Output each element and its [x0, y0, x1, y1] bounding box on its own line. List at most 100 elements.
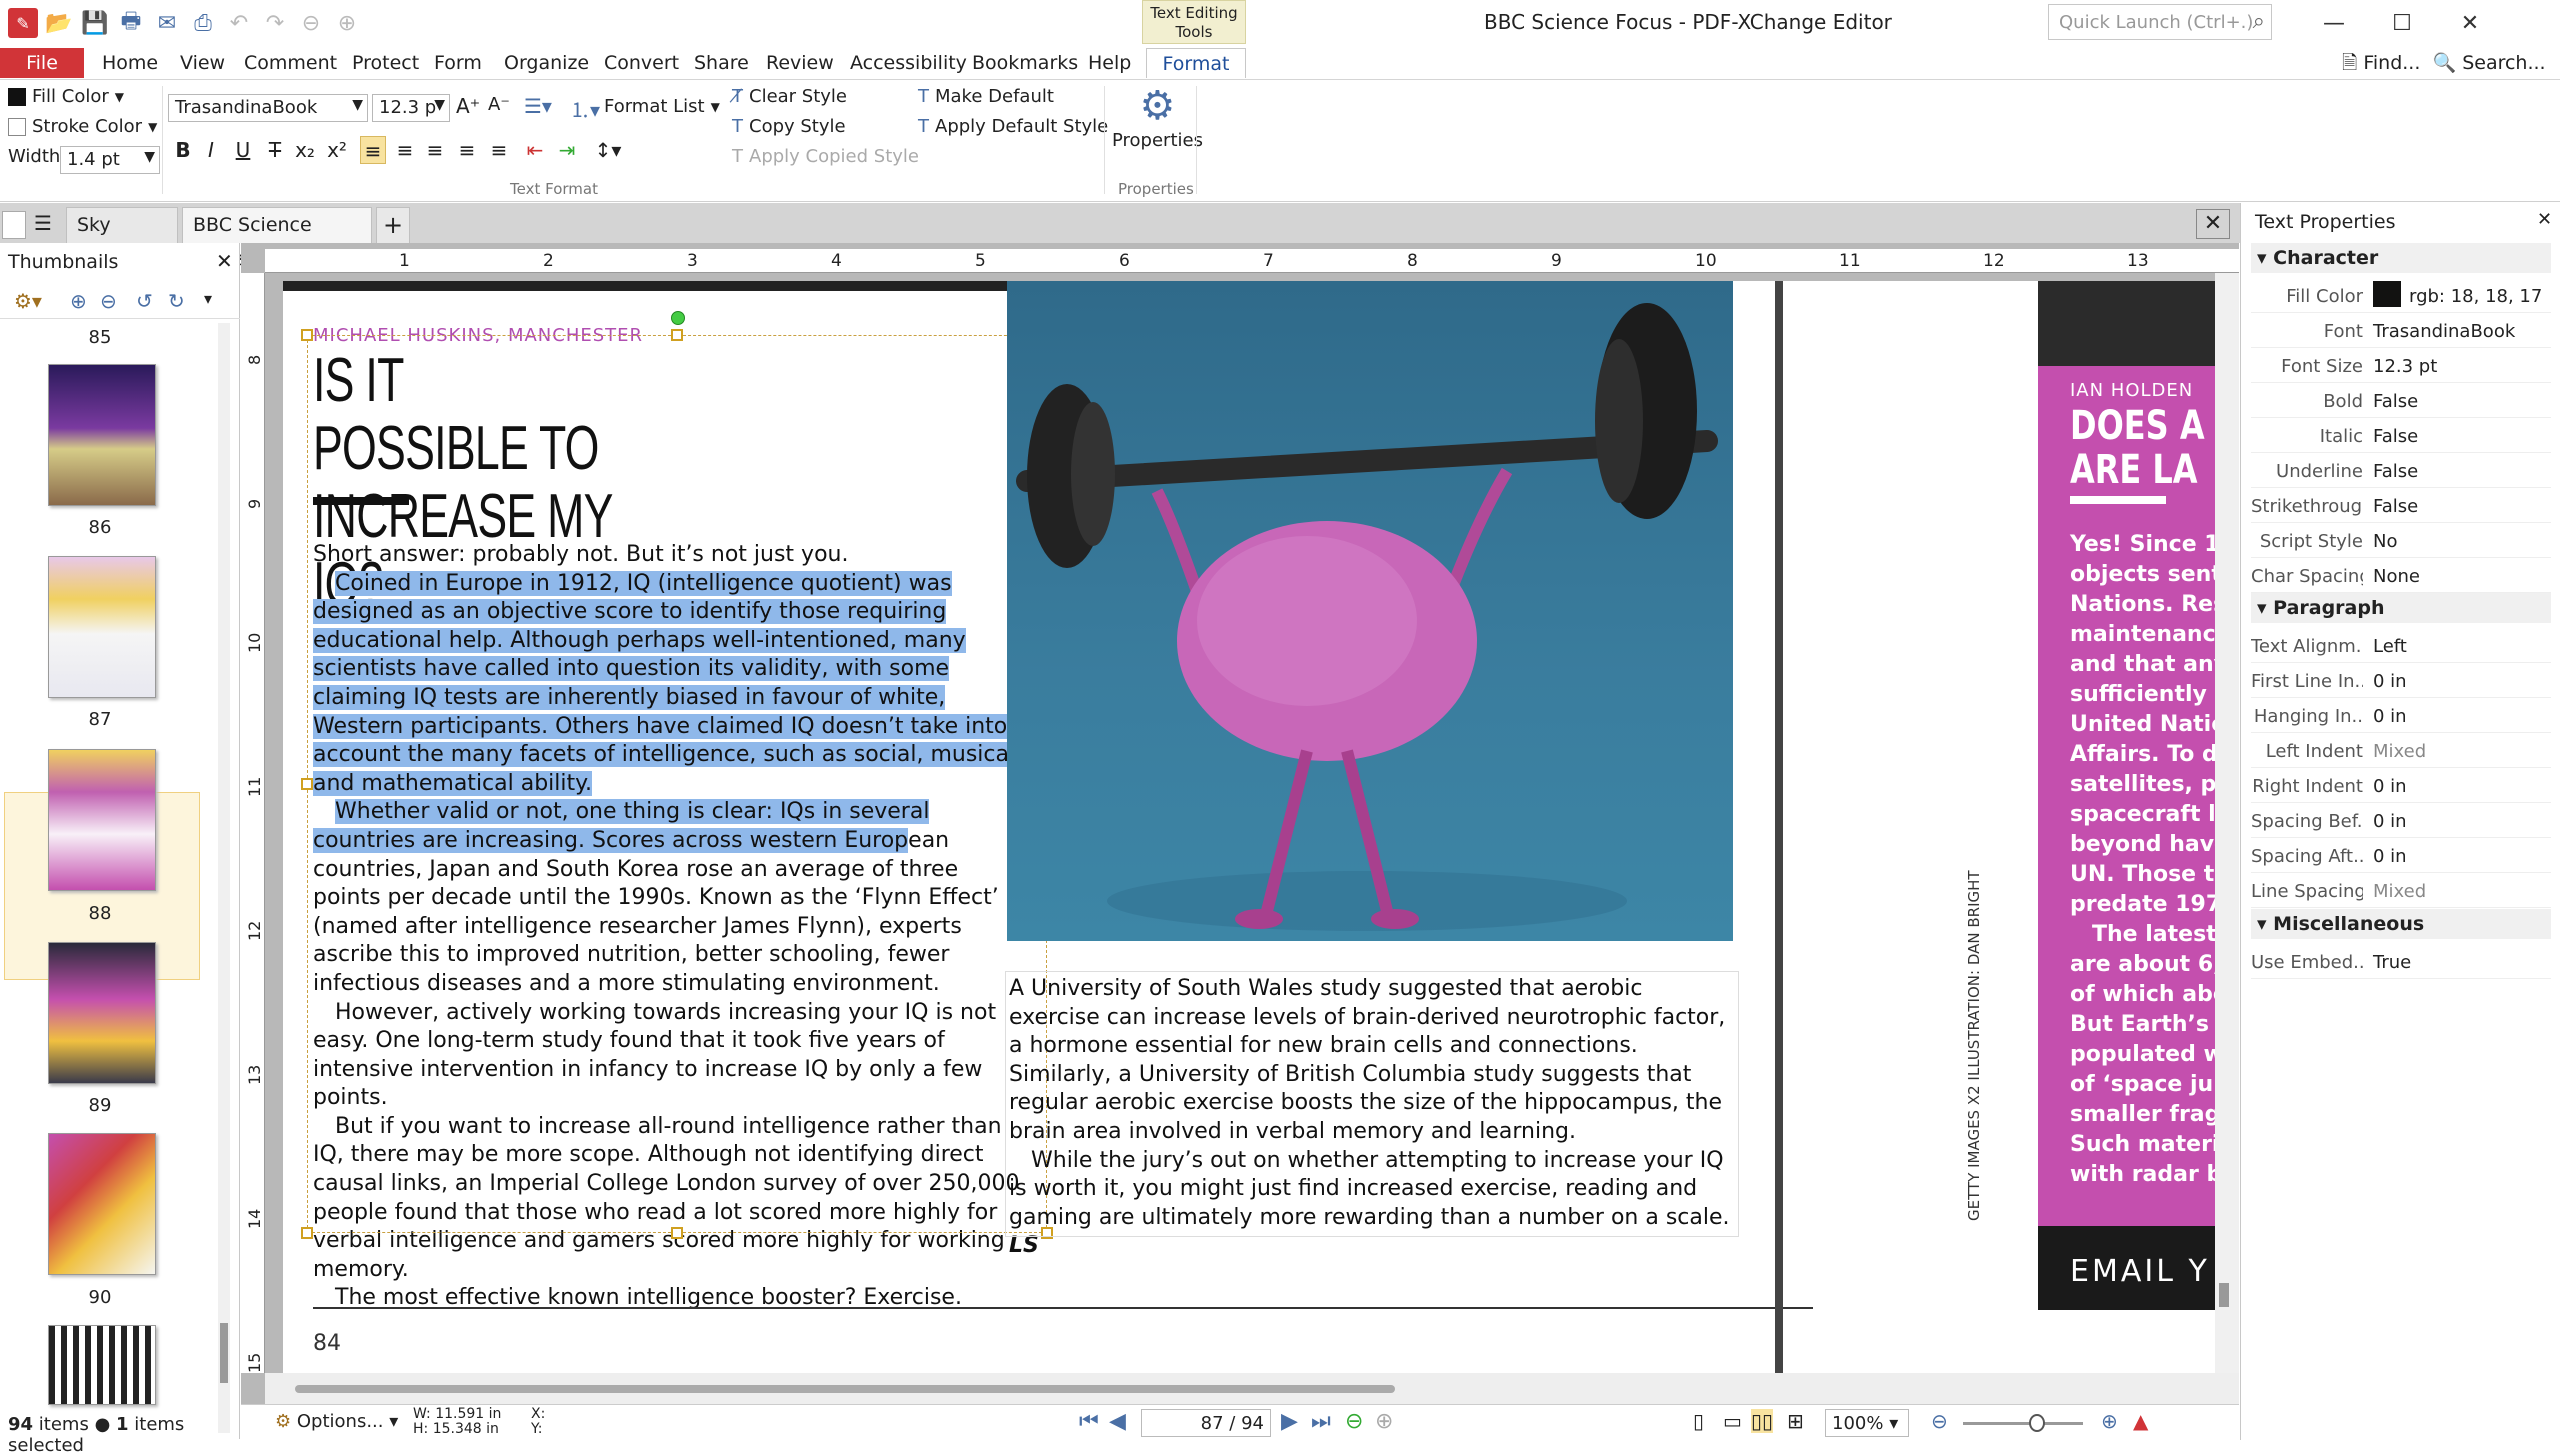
properties-button[interactable]: ⚙ Properties	[1112, 84, 1203, 151]
thumb-options-icon[interactable]: ⚙▾	[14, 289, 42, 313]
undo-icon[interactable]: ↶	[224, 8, 254, 38]
search-icon[interactable]: ⌕	[2253, 9, 2265, 34]
menu-help[interactable]: Help	[1078, 48, 1141, 78]
zoom-out-icon[interactable]: ⊖	[100, 289, 117, 313]
property-row[interactable]: Left Indent Mixed	[2251, 734, 2551, 768]
make-default-button[interactable]: T Make Default	[918, 86, 1054, 107]
pdf-icon[interactable]: ▲	[2133, 1409, 2148, 1433]
property-row[interactable]: Italic False	[2251, 419, 2551, 453]
clear-style-button[interactable]: T̸ Clear Style	[732, 86, 847, 107]
search-doc-icon[interactable]: 🔍	[2432, 52, 2456, 74]
scan-icon[interactable]: ⎙	[188, 8, 218, 38]
menu-bookmarks[interactable]: Bookmarks	[962, 48, 1088, 78]
menu-convert[interactable]: Convert	[594, 48, 689, 78]
bullet-list-icon[interactable]: ☰▾	[524, 94, 552, 118]
menu-organize[interactable]: Organize	[494, 48, 599, 78]
zoom-out-icon[interactable]: ⊖	[1931, 1409, 1948, 1433]
save-icon[interactable]: 💾	[80, 8, 110, 38]
property-row[interactable]: Font TrasandinaBook	[2251, 314, 2551, 348]
resize-handle[interactable]	[301, 778, 313, 790]
property-row[interactable]: Hanging In.. 0 in	[2251, 699, 2551, 733]
single-page-icon[interactable]: ▯	[1693, 1409, 1704, 1433]
scrollbar-thumb[interactable]	[295, 1385, 1395, 1393]
thumbnail-90[interactable]	[48, 1133, 156, 1275]
rotate-left-icon[interactable]: ↺	[136, 289, 153, 313]
maximize-icon[interactable]: ☐	[2368, 11, 2436, 36]
first-page-icon[interactable]: ⏮	[1079, 1409, 1099, 1434]
section-character[interactable]: ▾ Character	[2251, 243, 2551, 273]
align-left-button[interactable]: ≡	[360, 136, 386, 164]
continuous-icon[interactable]: ▭	[1723, 1409, 1742, 1433]
rotate-handle[interactable]	[671, 311, 685, 325]
apply-copied-style-button[interactable]: T Apply Copied Style	[732, 146, 919, 167]
horizontal-scrollbar[interactable]	[265, 1373, 2239, 1404]
bold-button[interactable]: B	[170, 136, 196, 164]
menu-review[interactable]: Review	[756, 48, 844, 78]
prev-page-icon[interactable]: ◀	[1109, 1409, 1126, 1434]
property-row[interactable]: Underline False	[2251, 454, 2551, 488]
align-center-button[interactable]: ≡	[392, 136, 418, 164]
superscript-button[interactable]: x²	[324, 136, 350, 164]
menu-form[interactable]: Form	[424, 48, 492, 78]
scrollbar-thumb[interactable]	[220, 1323, 228, 1383]
zoom-in-icon[interactable]: ⊕	[2101, 1409, 2118, 1433]
tab-list-icon[interactable]: ☰	[34, 211, 52, 235]
minimize-icon[interactable]: —	[2300, 11, 2368, 36]
document-viewer[interactable]: 1 2 3 4 5 6 7 8 9 10 11 12 13 8 9 10 11 12 13 14 15 MICHAEL…	[241, 243, 2251, 1404]
font-size-select[interactable]: 12.3 p ▼	[372, 94, 450, 122]
last-page-icon[interactable]: ⏭	[1311, 1409, 1331, 1434]
menu-protect[interactable]: Protect	[342, 48, 429, 78]
thumbnail-86[interactable]	[48, 364, 156, 506]
more-icon[interactable]: ▾	[204, 289, 212, 308]
close-panel-icon[interactable]: ✕	[216, 249, 233, 273]
numbered-list-icon[interactable]: ⒈▾	[570, 94, 600, 123]
zoom-select[interactable]: 100% ▾	[1825, 1409, 1909, 1437]
thumbnails-scrollbar[interactable]	[218, 323, 230, 1433]
align-right-button[interactable]: ≡	[422, 136, 448, 164]
scrollbar-thumb[interactable]	[2219, 1283, 2229, 1307]
new-tab-button[interactable]: +	[376, 207, 410, 243]
increase-indent-button[interactable]: ⇥	[554, 136, 580, 164]
property-row[interactable]: Script Style No	[2251, 524, 2551, 558]
justify-all-button[interactable]: ≡	[486, 136, 512, 164]
forward-view-icon[interactable]: ⊕	[1375, 1409, 1393, 1434]
font-name-select[interactable]: TrasandinaBook ▼	[168, 94, 368, 122]
close-panel-icon[interactable]: ✕	[2537, 209, 2552, 230]
property-row[interactable]: Bold False	[2251, 384, 2551, 418]
search-button[interactable]: Search...	[2462, 52, 2545, 74]
menu-accessibility[interactable]: Accessibility	[840, 48, 977, 78]
back-view-icon[interactable]: ⊖	[1345, 1409, 1363, 1434]
property-row[interactable]: Font Size 12.3 pt	[2251, 349, 2551, 383]
stroke-color-button[interactable]: Stroke Color ▼	[8, 116, 157, 137]
menu-format[interactable]: Format	[1146, 48, 1246, 78]
zoom-in-icon[interactable]: ⊕	[70, 289, 87, 313]
pdf-page-spread[interactable]: MICHAEL HUSKINS, MANCHESTER IS IT POSSIB…	[283, 281, 2251, 1373]
find-button[interactable]: Find...	[2363, 52, 2420, 74]
property-row[interactable]: Use Embed.. True	[2251, 945, 2551, 979]
rotate-right-icon[interactable]: ↻	[168, 289, 185, 313]
menu-view[interactable]: View	[170, 48, 235, 78]
menu-share[interactable]: Share	[684, 48, 759, 78]
thumbnail-87[interactable]	[48, 556, 156, 698]
resize-handle[interactable]	[301, 329, 313, 341]
resize-handle[interactable]	[301, 1227, 313, 1239]
line-spacing-button[interactable]: ↕▾	[588, 136, 628, 164]
width-stepper[interactable]: 1.4 pt ▼	[60, 146, 160, 174]
quick-launch-input[interactable]: Quick Launch (Ctrl+.) ⌕	[2048, 4, 2272, 40]
close-icon[interactable]: ✕	[2436, 11, 2504, 36]
apply-default-style-button[interactable]: T Apply Default Style	[918, 116, 1108, 137]
facing-icon[interactable]: ▯▯	[1751, 1409, 1774, 1433]
shrink-font-icon[interactable]: A⁻	[488, 94, 510, 115]
section-paragraph[interactable]: ▾ Paragraph	[2251, 593, 2551, 623]
property-row[interactable]: Spacing Bef.. 0 in	[2251, 804, 2551, 838]
fill-color-button[interactable]: Fill Color ▼	[8, 86, 124, 107]
thumbnail-89[interactable]	[48, 942, 156, 1084]
section-miscellaneous[interactable]: ▾ Miscellaneous	[2251, 909, 2551, 939]
page-number-input[interactable]: 87 / 94	[1141, 1409, 1271, 1437]
underline-button[interactable]: U	[230, 136, 256, 164]
text-box-frame[interactable]	[307, 335, 1047, 1233]
property-row[interactable]: Spacing Aft.. 0 in	[2251, 839, 2551, 873]
open-icon[interactable]: 📂	[44, 8, 74, 38]
redo-icon[interactable]: ↷	[260, 8, 290, 38]
strikethrough-button[interactable]: T	[262, 136, 288, 164]
